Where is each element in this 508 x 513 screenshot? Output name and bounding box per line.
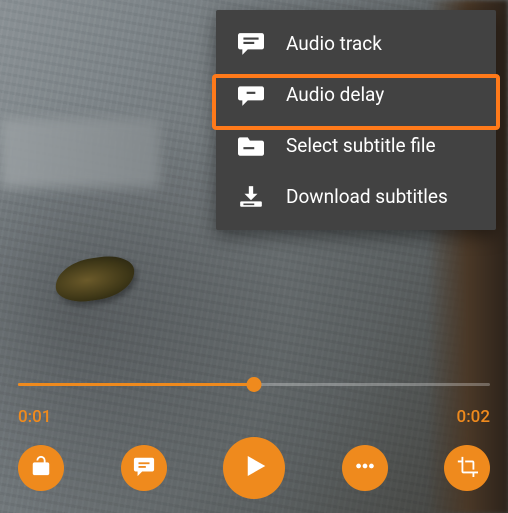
play-button[interactable] [223, 437, 285, 499]
menu-item-label: Select subtitle file [286, 134, 436, 157]
subtitles-icon [133, 455, 155, 481]
time-row: 0:01 0:02 [18, 407, 490, 427]
download-icon [238, 186, 264, 208]
more-button[interactable] [342, 445, 388, 491]
time-total: 0:02 [457, 407, 490, 427]
crop-icon [456, 455, 478, 481]
control-button-row [18, 437, 490, 499]
lock-open-icon [30, 455, 52, 481]
menu-item-download-subtitles[interactable]: Download subtitles [216, 171, 496, 222]
menu-item-select-subtitle-file[interactable]: Select subtitle file [216, 120, 496, 171]
video-background [0, 118, 160, 188]
menu-item-label: Audio track [286, 32, 382, 55]
lock-button[interactable] [18, 445, 64, 491]
speech-arrows-icon [238, 84, 264, 106]
video-player-screen: Audio track Audio delay Select subtitle … [0, 0, 508, 513]
play-icon [239, 451, 269, 485]
seek-bar[interactable] [18, 365, 490, 405]
menu-item-label: Download subtitles [286, 185, 448, 208]
seek-thumb[interactable] [247, 377, 262, 392]
time-current: 0:01 [18, 407, 51, 427]
speech-lines-icon [238, 33, 264, 55]
subtitles-button[interactable] [121, 445, 167, 491]
menu-item-label: Audio delay [286, 83, 384, 106]
seek-progress [18, 383, 254, 386]
crop-button[interactable] [444, 445, 490, 491]
more-icon [354, 455, 376, 481]
menu-item-audio-delay[interactable]: Audio delay [216, 69, 496, 120]
folder-icon [238, 135, 264, 157]
menu-item-audio-track[interactable]: Audio track [216, 18, 496, 69]
player-controls: 0:01 0:02 [0, 365, 508, 513]
audio-subtitle-menu: Audio track Audio delay Select subtitle … [216, 10, 496, 230]
